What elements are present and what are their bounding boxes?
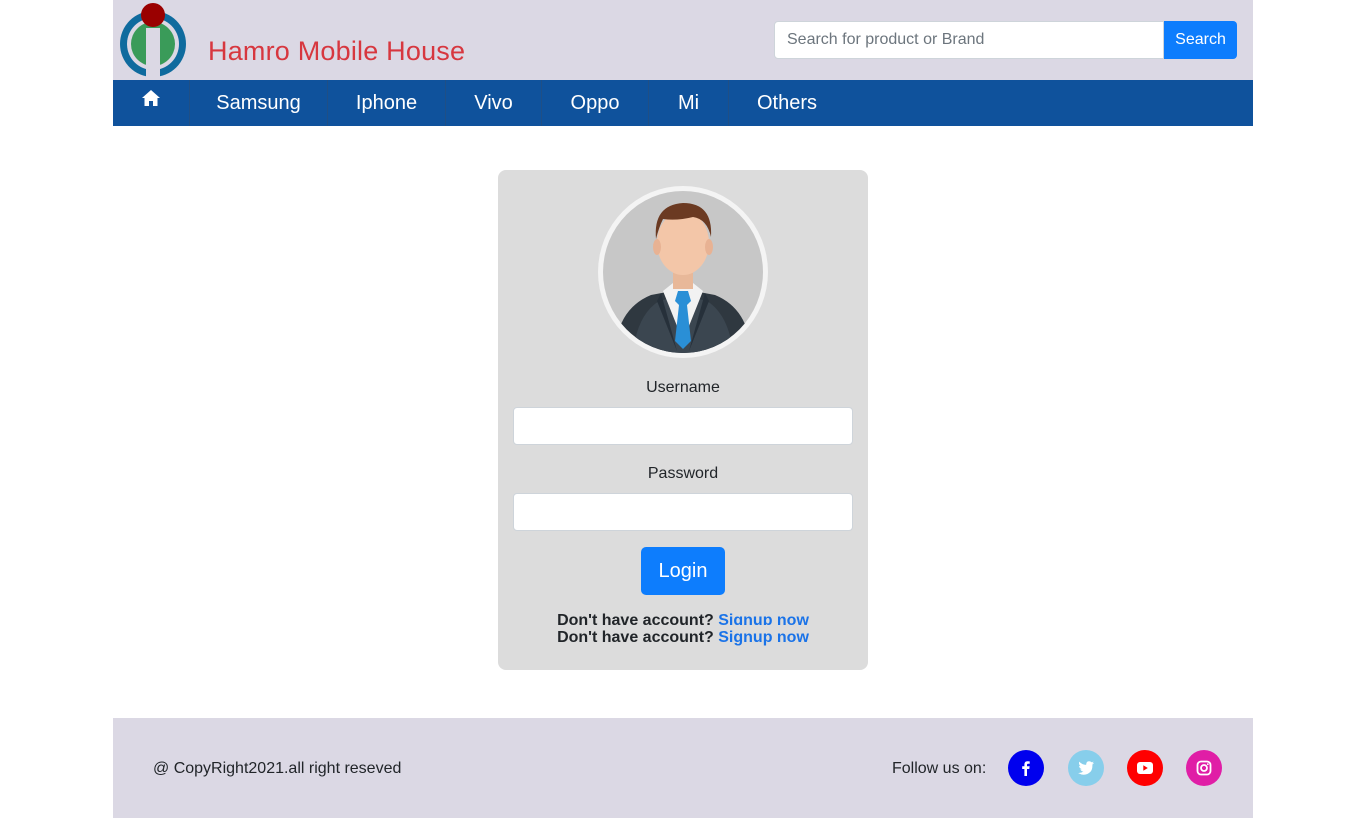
nav-item-oppo[interactable]: Oppo [542,80,649,126]
copyright-text: @ CopyRight2021.all right reseved [153,760,402,777]
search-input[interactable] [774,21,1164,59]
facebook-icon[interactable] [1008,750,1044,786]
nav-item-mi[interactable]: Mi [649,80,729,126]
site-footer: @ CopyRight2021.all right reseved Follow… [113,718,1253,818]
follow-label: Follow us on: [892,760,987,777]
site-logo-icon[interactable] [116,2,190,78]
youtube-icon[interactable] [1127,750,1163,786]
nav-item-iphone[interactable]: Iphone [328,80,446,126]
home-icon [142,90,160,106]
main-nav: Samsung Iphone Vivo Oppo Mi Others [113,80,1253,126]
nav-item-samsung[interactable]: Samsung [190,80,328,126]
nav-item-vivo[interactable]: Vivo [446,80,542,126]
signup-prompt-text: Don't have account? [557,629,714,646]
nav-item-others[interactable]: Others [729,80,845,126]
password-input[interactable] [513,493,853,531]
nav-item-home[interactable] [113,80,190,126]
password-label: Password [647,465,719,482]
brand-name[interactable]: Hamro Mobile House [208,36,465,67]
signup-prompt-text: Don't have account? [557,612,714,625]
username-input[interactable] [513,407,853,445]
signup-link[interactable]: Signup now [718,629,809,646]
twitter-icon[interactable] [1068,750,1104,786]
site-header: Hamro Mobile House Search [113,0,1253,80]
instagram-icon[interactable] [1186,750,1222,786]
login-card: Username Password Login Don't have accou… [498,170,868,670]
page: Hamro Mobile House Search Samsung Iphone… [113,0,1253,818]
user-avatar-icon [603,191,763,353]
signup-prompt: Don't have account? Signup now [498,629,868,647]
username-label: Username [646,379,720,396]
search-button[interactable]: Search [1164,21,1237,59]
signup-prompt-overlap: Don't have account? Signup now [498,610,868,625]
user-avatar [598,186,768,358]
login-button[interactable]: Login [641,547,725,595]
signup-link[interactable]: Signup now [718,612,809,625]
